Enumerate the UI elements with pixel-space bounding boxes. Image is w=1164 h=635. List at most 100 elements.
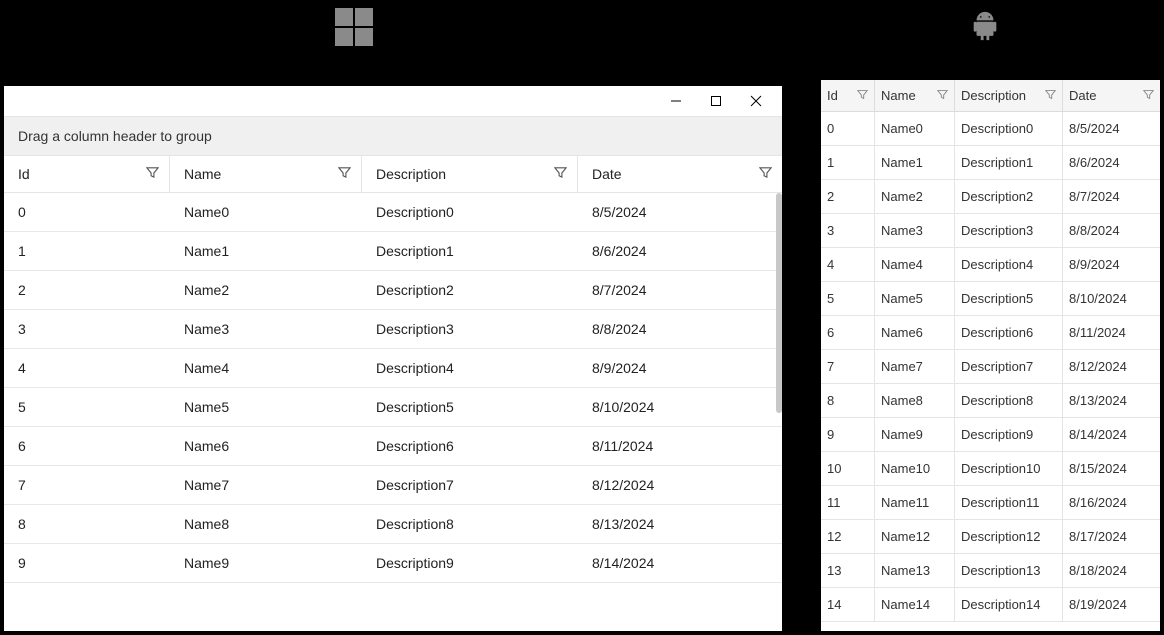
cell-date: 8/18/2024 — [1063, 554, 1160, 587]
cell-name: Name6 — [875, 316, 955, 349]
windows-platform-icon — [335, 8, 375, 48]
table-row[interactable]: 10Name10Description108/15/2024 — [821, 452, 1160, 486]
cell-date: 8/5/2024 — [1063, 112, 1160, 145]
table-row[interactable]: 11Name11Description118/16/2024 — [821, 486, 1160, 520]
filter-icon[interactable] — [554, 166, 567, 182]
cell-id: 4 — [821, 248, 875, 281]
cell-name: Name8 — [875, 384, 955, 417]
column-label: Id — [827, 88, 838, 103]
filter-icon[interactable] — [1143, 88, 1154, 103]
table-row[interactable]: 12Name12Description128/17/2024 — [821, 520, 1160, 554]
column-header-id[interactable]: Id — [821, 80, 875, 111]
grid-body[interactable]: 0Name0Description08/5/20241Name1Descript… — [4, 193, 782, 628]
minimize-button[interactable] — [656, 87, 696, 115]
column-header-description[interactable]: Description — [362, 156, 578, 192]
cell-name: Name0 — [875, 112, 955, 145]
cell-desc: Description7 — [362, 466, 578, 504]
filter-icon[interactable] — [857, 88, 868, 103]
cell-date: 8/14/2024 — [1063, 418, 1160, 451]
table-row[interactable]: 7Name7Description78/12/2024 — [4, 466, 782, 505]
cell-id: 7 — [4, 466, 170, 504]
cell-desc: Description14 — [955, 588, 1063, 621]
cell-desc: Description0 — [955, 112, 1063, 145]
cell-desc: Description1 — [362, 232, 578, 270]
column-header-name[interactable]: Name — [170, 156, 362, 192]
grid-header-row: Id Name Description Date — [821, 80, 1160, 112]
scrollbar-thumb[interactable] — [776, 193, 782, 413]
table-row[interactable]: 14Name14Description148/19/2024 — [821, 588, 1160, 622]
cell-desc: Description12 — [955, 520, 1063, 553]
cell-name: Name5 — [875, 282, 955, 315]
table-row[interactable]: 9Name9Description98/14/2024 — [821, 418, 1160, 452]
cell-id: 2 — [821, 180, 875, 213]
table-row[interactable]: 5Name5Description58/10/2024 — [821, 282, 1160, 316]
table-row[interactable]: 8Name8Description88/13/2024 — [4, 505, 782, 544]
filter-icon[interactable] — [338, 166, 351, 182]
cell-id: 10 — [821, 452, 875, 485]
cell-date: 8/17/2024 — [1063, 520, 1160, 553]
cell-desc: Description7 — [955, 350, 1063, 383]
column-header-date[interactable]: Date — [1063, 80, 1160, 111]
table-row[interactable]: 6Name6Description68/11/2024 — [4, 427, 782, 466]
windows-app-window: Drag a column header to group Id Name De… — [4, 86, 782, 631]
cell-desc: Description10 — [955, 452, 1063, 485]
cell-id: 4 — [4, 349, 170, 387]
table-row[interactable]: 9Name9Description98/14/2024 — [4, 544, 782, 583]
cell-id: 8 — [821, 384, 875, 417]
cell-date: 8/13/2024 — [1063, 384, 1160, 417]
table-row[interactable]: 5Name5Description58/10/2024 — [4, 388, 782, 427]
cell-desc: Description6 — [955, 316, 1063, 349]
cell-desc: Description3 — [955, 214, 1063, 247]
table-row[interactable]: 3Name3Description38/8/2024 — [821, 214, 1160, 248]
table-row[interactable]: 2Name2Description28/7/2024 — [821, 180, 1160, 214]
column-header-date[interactable]: Date — [578, 156, 782, 192]
cell-desc: Description5 — [362, 388, 578, 426]
cell-name: Name13 — [875, 554, 955, 587]
cell-id: 0 — [4, 193, 170, 231]
column-label: Description — [961, 88, 1026, 103]
close-button[interactable] — [736, 87, 776, 115]
column-header-name[interactable]: Name — [875, 80, 955, 111]
column-header-description[interactable]: Description — [955, 80, 1063, 111]
cell-date: 8/13/2024 — [578, 505, 782, 543]
maximize-button[interactable] — [696, 87, 736, 115]
table-row[interactable]: 7Name7Description78/12/2024 — [821, 350, 1160, 384]
cell-date: 8/19/2024 — [1063, 588, 1160, 621]
cell-id: 14 — [821, 588, 875, 621]
filter-icon[interactable] — [759, 166, 772, 182]
grid-body[interactable]: 0Name0Description08/5/20241Name1Descript… — [821, 112, 1160, 622]
table-row[interactable]: 1Name1Description18/6/2024 — [4, 232, 782, 271]
cell-date: 8/6/2024 — [1063, 146, 1160, 179]
table-row[interactable]: 0Name0Description08/5/2024 — [4, 193, 782, 232]
column-label: Description — [376, 166, 446, 182]
table-row[interactable]: 4Name4Description48/9/2024 — [4, 349, 782, 388]
table-row[interactable]: 4Name4Description48/9/2024 — [821, 248, 1160, 282]
cell-name: Name11 — [875, 486, 955, 519]
cell-desc: Description13 — [955, 554, 1063, 587]
cell-id: 1 — [821, 146, 875, 179]
column-label: Name — [881, 88, 916, 103]
table-row[interactable]: 2Name2Description28/7/2024 — [4, 271, 782, 310]
windows-data-grid: Id Name Description Date 0Name0Descripti… — [4, 156, 782, 631]
table-row[interactable]: 3Name3Description38/8/2024 — [4, 310, 782, 349]
cell-name: Name7 — [170, 466, 362, 504]
cell-id: 7 — [821, 350, 875, 383]
group-by-bar[interactable]: Drag a column header to group — [4, 116, 782, 156]
column-header-id[interactable]: Id — [4, 156, 170, 192]
cell-date: 8/7/2024 — [1063, 180, 1160, 213]
filter-icon[interactable] — [146, 166, 159, 182]
column-label: Date — [592, 166, 622, 182]
table-row[interactable]: 13Name13Description138/18/2024 — [821, 554, 1160, 588]
cell-date: 8/9/2024 — [578, 349, 782, 387]
android-app-window: Id Name Description Date 0Name0Descripti… — [821, 80, 1160, 631]
table-row[interactable]: 6Name6Description68/11/2024 — [821, 316, 1160, 350]
cell-id: 11 — [821, 486, 875, 519]
table-row[interactable]: 0Name0Description08/5/2024 — [821, 112, 1160, 146]
cell-date: 8/9/2024 — [1063, 248, 1160, 281]
cell-desc: Description3 — [362, 310, 578, 348]
table-row[interactable]: 1Name1Description18/6/2024 — [821, 146, 1160, 180]
table-row[interactable]: 8Name8Description88/13/2024 — [821, 384, 1160, 418]
filter-icon[interactable] — [1045, 88, 1056, 103]
cell-id: 3 — [4, 310, 170, 348]
filter-icon[interactable] — [937, 88, 948, 103]
